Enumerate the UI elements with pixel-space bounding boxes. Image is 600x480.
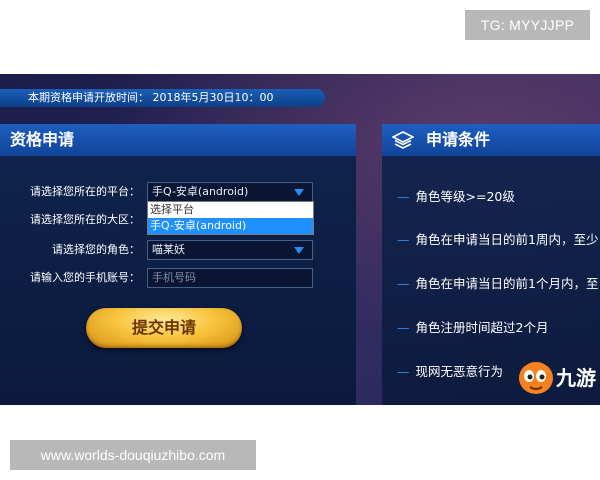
condition-item: — 角色等级>=20级: [397, 189, 515, 204]
submit-button[interactable]: 提交申请: [86, 308, 242, 348]
role-row: 请选择您的角色：: [0, 240, 140, 260]
platform-select-value: 手Q-安卓(android): [152, 185, 249, 198]
website-watermark: www.worlds-douqiuzhibo.com: [10, 440, 256, 470]
apply-panel: 资格申请 请选择您所在的平台： 手Q-安卓(android) 请选择您所在的大区…: [0, 124, 356, 405]
platform-option-placeholder[interactable]: 选择平台: [148, 202, 313, 218]
phone-label: 请输入您的手机账号：: [30, 271, 140, 284]
platform-dropdown-list: 选择平台 手Q-安卓(android): [147, 201, 314, 235]
condition-item: — 角色在申请当日的前1周内，至少: [397, 232, 599, 247]
apply-panel-title: 资格申请: [0, 124, 356, 156]
mascot-icon: [519, 362, 553, 394]
platform-select[interactable]: 手Q-安卓(android): [147, 182, 313, 202]
tg-badge: TG: MYYJJPP: [465, 10, 590, 40]
jiuyou-logo: 九游: [516, 356, 600, 396]
region-row: 请选择您所在的大区：: [0, 210, 140, 230]
role-select-value: 喵某妖: [152, 243, 185, 256]
region-label: 请选择您所在的大区：: [30, 213, 140, 226]
role-select[interactable]: 喵某妖: [147, 240, 313, 260]
open-time-banner: 本期资格申请开放时间： 2018年5月30日10：00: [0, 89, 325, 107]
conditions-panel-title: 申请条件: [382, 124, 600, 156]
phone-row: 请输入您的手机账号：: [0, 268, 140, 288]
platform-row: 请选择您所在的平台：: [0, 182, 140, 202]
web-page-screenshot: 本期资格申请开放时间： 2018年5月30日10：00 资格申请 请选择您所在的…: [0, 74, 600, 405]
condition-item: — 角色在申请当日的前1个月内，至: [397, 276, 599, 291]
phone-input[interactable]: 手机号码: [147, 268, 313, 288]
platform-label: 请选择您所在的平台：: [30, 185, 140, 198]
condition-item: — 现网无恶意行为: [397, 364, 504, 379]
condition-item: — 角色注册时间超过2个月: [397, 320, 549, 335]
chevron-down-icon: [294, 247, 304, 254]
role-label: 请选择您的角色：: [52, 243, 140, 256]
layers-icon: [392, 131, 414, 149]
chevron-down-icon: [294, 189, 304, 196]
logo-text: 九游: [556, 366, 596, 390]
platform-option-android[interactable]: 手Q-安卓(android): [148, 218, 313, 234]
